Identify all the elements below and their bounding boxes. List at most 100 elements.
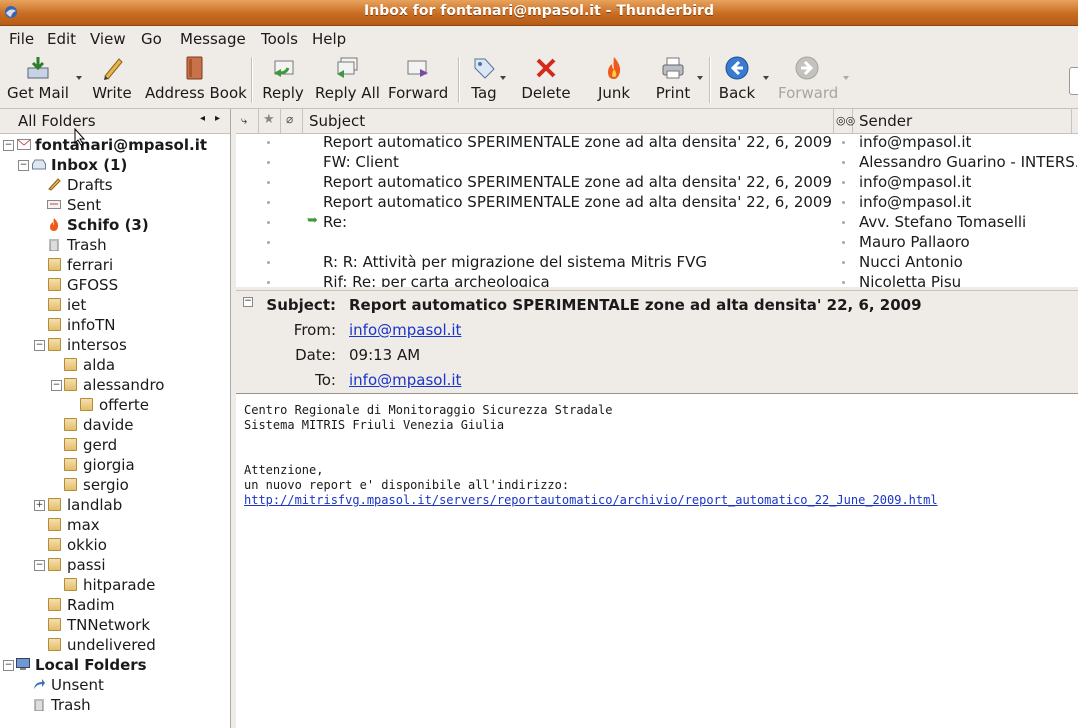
title-bar: Inbox for fontanari@mpasol.it - Thunderb… xyxy=(0,0,1078,26)
folder-inbox[interactable]: − Inbox (1) xyxy=(0,156,230,176)
message-row[interactable]: Rif: Re: per carta archeologica Nicoletta… xyxy=(236,273,1078,287)
print-button[interactable]: Print xyxy=(654,55,692,105)
junk-button[interactable]: Junk xyxy=(594,55,634,105)
menu-go[interactable]: Go xyxy=(141,30,162,48)
menu-file[interactable]: File xyxy=(9,30,34,48)
computer-icon xyxy=(16,658,30,670)
read-dot-icon[interactable] xyxy=(267,221,270,224)
get-mail-dropdown[interactable] xyxy=(76,76,82,80)
forward-arrow-icon xyxy=(795,56,819,80)
folder-icon xyxy=(48,598,61,611)
search-box-edge[interactable] xyxy=(1069,67,1078,95)
tag-button[interactable]: Tag xyxy=(468,55,500,105)
read-dot-icon[interactable] xyxy=(267,141,270,144)
message-row[interactable]: Report automatico SPERIMENTALE zone ad a… xyxy=(236,193,1078,213)
delete-button[interactable]: Delete xyxy=(520,55,572,105)
menu-view[interactable]: View xyxy=(90,30,126,48)
write-button[interactable]: Write xyxy=(92,55,132,105)
body-line: Attenzione, xyxy=(244,463,324,477)
message-row[interactable]: ➥ Re: Avv. Stefano Tomaselli xyxy=(236,213,1078,233)
unread-dot-icon[interactable] xyxy=(842,241,845,244)
print-dropdown[interactable] xyxy=(697,76,703,80)
tag-dropdown[interactable] xyxy=(500,76,506,80)
expand-toggle-icon[interactable]: + xyxy=(34,500,45,511)
folder-icon xyxy=(48,538,61,551)
message-row[interactable]: R: R: Attività per migrazione del sistem… xyxy=(236,253,1078,273)
trash-icon xyxy=(34,699,44,711)
unread-dot-icon[interactable] xyxy=(842,141,845,144)
from-address-link[interactable]: info@mpasol.it xyxy=(349,321,461,339)
thread-column[interactable]: ⤷ xyxy=(236,109,259,133)
read-dot-icon[interactable] xyxy=(267,241,270,244)
forward-button[interactable]: Forward xyxy=(388,55,448,105)
forward-nav-button[interactable]: Forward xyxy=(778,55,838,105)
collapse-toggle-icon[interactable]: − xyxy=(34,560,45,571)
unread-dot-icon[interactable] xyxy=(842,281,845,284)
attachment-column[interactable]: ⌀ xyxy=(281,109,303,133)
read-dot-icon[interactable] xyxy=(267,261,270,264)
subject-column-header[interactable]: Subject xyxy=(303,109,834,133)
window-title: Inbox for fontanari@mpasol.it - Thunderb… xyxy=(364,3,714,19)
message-sender-cell: Nucci Antonio xyxy=(859,253,963,271)
message-row[interactable]: Report automatico SPERIMENTALE zone ad a… xyxy=(236,173,1078,193)
read-dot-icon[interactable] xyxy=(267,281,270,284)
folder-local-folders[interactable]: − Local Folders xyxy=(0,656,230,676)
collapse-toggle-icon[interactable]: − xyxy=(51,380,62,391)
body-line: un nuovo report e' disponibile all'indir… xyxy=(244,478,570,492)
folder-account[interactable]: − fontanari@mpasol.it xyxy=(0,136,230,156)
folder-icon xyxy=(48,338,61,351)
unread-dot-icon[interactable] xyxy=(842,221,845,224)
message-body: Centro Regionale di Monitoraggio Sicurez… xyxy=(236,394,1078,728)
message-subject: Report automatico SPERIMENTALE zone ad a… xyxy=(349,296,922,314)
to-address-link[interactable]: info@mpasol.it xyxy=(349,371,461,389)
menu-help[interactable]: Help xyxy=(312,30,346,48)
unread-dot-icon[interactable] xyxy=(842,161,845,164)
read-column[interactable]: ◎◎ xyxy=(834,109,855,133)
toolbar-separator xyxy=(709,57,711,103)
get-mail-icon xyxy=(27,57,49,79)
back-dropdown[interactable] xyxy=(763,76,769,80)
forward-mail-icon xyxy=(407,60,428,77)
unread-dot-icon[interactable] xyxy=(842,261,845,264)
folder-icon xyxy=(48,298,61,311)
folder-icon xyxy=(64,418,77,431)
toolbar-separator xyxy=(251,57,253,103)
menu-message[interactable]: Message xyxy=(180,30,246,48)
read-dot-icon[interactable] xyxy=(267,161,270,164)
star-icon: ★ xyxy=(263,112,275,127)
folder-pane-header: All Folders ◂ ▸ xyxy=(0,109,230,134)
collapse-toggle-icon[interactable]: − xyxy=(3,140,14,151)
read-dot-icon[interactable] xyxy=(267,201,270,204)
tag-icon xyxy=(474,58,495,79)
reply-all-button[interactable]: Reply All xyxy=(315,55,380,105)
folder-icon xyxy=(80,398,93,411)
message-row[interactable]: Mauro Pallaoro xyxy=(236,233,1078,253)
sender-column-header[interactable]: Sender xyxy=(853,109,1072,133)
star-column[interactable]: ★ xyxy=(259,109,281,133)
next-view-arrow-icon[interactable]: ▸ xyxy=(215,113,220,124)
reply-button[interactable]: Reply xyxy=(261,55,305,105)
report-link[interactable]: http://mitrisfvg.mpasol.it/servers/repor… xyxy=(244,493,938,507)
prev-view-arrow-icon[interactable]: ◂ xyxy=(200,113,205,124)
message-row[interactable]: Report automatico SPERIMENTALE zone ad a… xyxy=(236,133,1078,153)
menu-tools[interactable]: Tools xyxy=(261,30,298,48)
thread-column-header: ⤷ ★ ⌀ Subject ◎◎ Sender xyxy=(236,109,1078,134)
sent-icon xyxy=(47,200,61,209)
message-subject-cell: R: R: Attività per migrazione del sistem… xyxy=(323,253,708,271)
collapse-toggle-icon[interactable]: − xyxy=(18,160,29,171)
unread-dot-icon[interactable] xyxy=(842,201,845,204)
get-mail-button[interactable]: Get Mail xyxy=(6,55,70,105)
address-book-button[interactable]: Address Book xyxy=(145,55,247,105)
menu-bar: File Edit View Go Message Tools Help xyxy=(0,26,1078,51)
collapse-toggle-icon[interactable]: − xyxy=(3,660,14,671)
read-dot-icon[interactable] xyxy=(267,181,270,184)
mail-account-icon xyxy=(17,139,31,150)
back-button[interactable]: Back xyxy=(718,55,756,105)
message-row[interactable]: FW: Client Alessandro Guarino - INTERS... xyxy=(236,153,1078,173)
collapse-toggle-icon[interactable]: − xyxy=(34,340,45,351)
body-line: Sistema MITRIS Friuli Venezia Giulia xyxy=(244,418,505,432)
menu-edit[interactable]: Edit xyxy=(47,30,76,48)
message-subject-cell: Report automatico SPERIMENTALE zone ad a… xyxy=(323,173,833,191)
unread-dot-icon[interactable] xyxy=(842,181,845,184)
forward-nav-dropdown[interactable] xyxy=(843,76,849,80)
